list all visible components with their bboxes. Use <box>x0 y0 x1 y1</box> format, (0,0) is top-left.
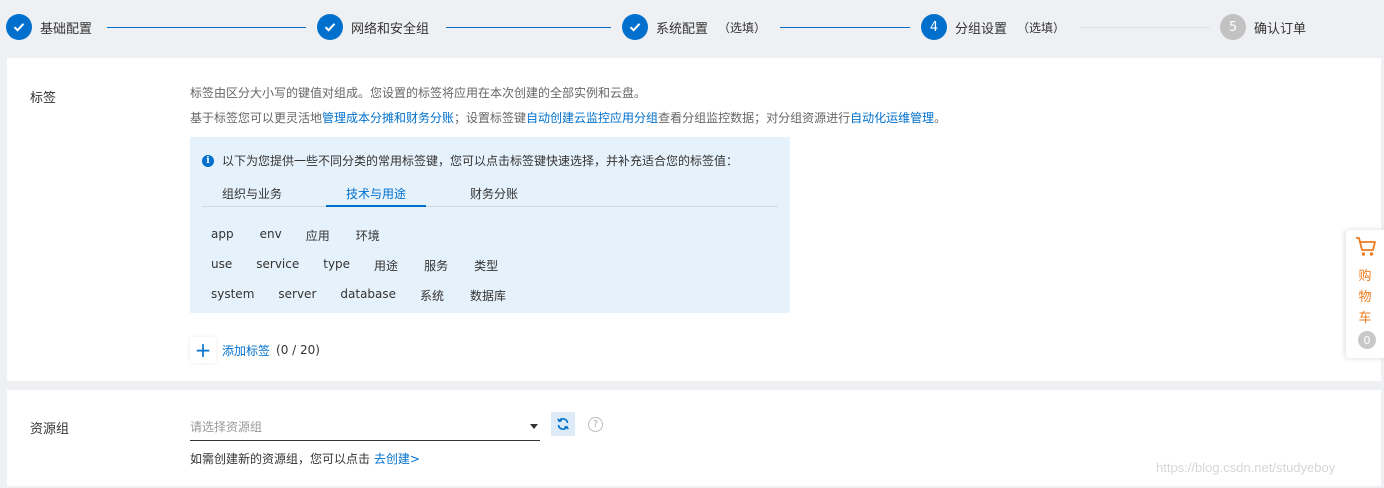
tag-row-3: system server database 系统 数据库 <box>211 287 506 304</box>
tag-key-system-cn[interactable]: 系统 <box>420 287 444 304</box>
tag-count: (0 / 20) <box>276 343 320 357</box>
tag-key-database[interactable]: database <box>340 287 396 304</box>
automation-ops-link[interactable]: 自动化运维管理 <box>850 111 934 125</box>
hint-text: 如需创建新的资源组，您可以点击 <box>190 452 374 466</box>
step-connector <box>107 27 306 28</box>
tag-key-use[interactable]: use <box>211 257 232 274</box>
cart-label-char: 物 <box>1358 290 1372 305</box>
step-connector <box>780 27 910 28</box>
tag-key-environment[interactable]: 环境 <box>356 227 380 244</box>
tab-finance[interactable]: 财务分账 <box>470 185 518 202</box>
tag-row-1: app env 应用 环境 <box>211 227 380 244</box>
cart-label-char: 车 <box>1358 311 1372 326</box>
cart-icon <box>1356 237 1376 256</box>
step-4-title: 分组设置 <box>955 21 1008 37</box>
refresh-icon <box>557 418 569 430</box>
refresh-button[interactable] <box>551 412 575 436</box>
step-2-title: 网络和安全组 <box>351 21 430 37</box>
cart-count-badge: 0 <box>1358 331 1376 349</box>
caret-down-icon <box>530 424 538 429</box>
step-connector <box>1080 27 1210 28</box>
check-icon <box>6 14 32 40</box>
tag-key-database-cn[interactable]: 数据库 <box>470 287 506 304</box>
resource-group-select[interactable]: 请选择资源组 <box>190 411 540 441</box>
tag-hint: i 以下为您提供一些不同分类的常用标签键，您可以点击标签键快速选择，并补充适合您… <box>202 152 738 169</box>
active-tab-indicator <box>326 205 426 207</box>
tag-key-type[interactable]: type <box>323 257 350 274</box>
check-icon <box>317 14 343 40</box>
tag-key-system[interactable]: system <box>211 287 254 304</box>
tags-description-links: 基于标签您可以更灵活地管理成本分摊和财务分账；设置标签键自动创建云监控应用分组查… <box>190 109 946 126</box>
help-icon[interactable]: ? <box>588 417 603 432</box>
tags-panel: 标签 标签由区分大小写的键值对组成。您设置的标签将应用在本次创建的全部实例和云盘… <box>7 58 1381 381</box>
create-resource-group-link[interactable]: 去创建> <box>374 452 420 466</box>
tag-key-type-cn[interactable]: 类型 <box>474 257 498 274</box>
tags-label: 标签 <box>30 91 57 106</box>
info-icon: i <box>202 154 214 167</box>
cart-label: 购 物 车 <box>1346 266 1384 329</box>
step-1[interactable]: 基础配置 <box>6 13 92 41</box>
step-4-optional: （选填） <box>1017 20 1066 35</box>
plus-icon[interactable]: + <box>190 337 216 363</box>
add-tag-button[interactable]: 添加标签 <box>222 342 270 359</box>
step-5-number: 5 <box>1220 14 1246 40</box>
tags-description: 标签由区分大小写的键值对组成。您设置的标签将应用在本次创建的全部实例和云盘。 <box>190 86 647 100</box>
resource-group-placeholder: 请选择资源组 <box>190 420 263 434</box>
check-icon <box>622 14 648 40</box>
resource-group-label: 资源组 <box>30 422 70 437</box>
step-3-optional: （选填） <box>718 20 767 35</box>
step-4-number: 4 <box>921 14 947 40</box>
resource-group-hint: 如需创建新的资源组，您可以点击 去创建> <box>190 450 420 467</box>
desc-text: ；设置标签键 <box>454 111 527 125</box>
tag-key-service-cn[interactable]: 服务 <box>424 257 448 274</box>
tag-key-usage[interactable]: 用途 <box>374 257 398 274</box>
tab-tech-usage[interactable]: 技术与用途 <box>346 185 406 202</box>
tag-row-2: use service type 用途 服务 类型 <box>211 257 498 274</box>
add-tag: + 添加标签 (0 / 20) <box>190 337 320 363</box>
tag-hint-text: 以下为您提供一些不同分类的常用标签键，您可以点击标签键快速选择，并补充适合您的标… <box>222 154 739 168</box>
tag-category-tabs: 组织与业务 技术与用途 财务分账 <box>202 179 778 207</box>
step-1-title: 基础配置 <box>40 21 93 37</box>
desc-text: 查看分组监控数据；对分组资源进行 <box>658 111 851 125</box>
step-5: 5 确认订单 <box>1220 13 1306 41</box>
step-3[interactable]: 系统配置 （选填） <box>622 13 766 41</box>
tag-key-server[interactable]: server <box>278 287 316 304</box>
step-4[interactable]: 4 分组设置 （选填） <box>921 13 1065 41</box>
tag-key-env[interactable]: env <box>260 227 282 244</box>
step-2[interactable]: 网络和安全组 <box>317 13 429 41</box>
tag-key-service[interactable]: service <box>256 257 299 274</box>
step-5-title: 确认订单 <box>1254 21 1307 37</box>
step-3-title: 系统配置 <box>656 21 709 37</box>
watermark: https://blog.csdn.net/studyeboy <box>1156 460 1336 475</box>
desc-text: 基于标签您可以更灵活地 <box>190 111 323 125</box>
tag-suggestion-box: i 以下为您提供一些不同分类的常用标签键，您可以点击标签键快速选择，并补充适合您… <box>190 137 790 313</box>
tag-key-application[interactable]: 应用 <box>306 227 330 244</box>
cart-label-char: 购 <box>1358 269 1372 284</box>
shopping-cart[interactable]: 购 物 车 0 <box>1346 230 1384 358</box>
tab-org-business[interactable]: 组织与业务 <box>222 185 282 202</box>
step-connector <box>446 27 611 28</box>
cloud-monitor-link[interactable]: 自动创建云监控应用分组 <box>526 111 658 125</box>
stepper: 基础配置 网络和安全组 系统配置 （选填） 4 分组设置 （选填） 5 确认订单 <box>0 0 1384 58</box>
desc-text: 。 <box>934 111 947 125</box>
cost-allocation-link[interactable]: 管理成本分摊和财务分账 <box>322 111 454 125</box>
tag-key-app[interactable]: app <box>211 227 234 244</box>
